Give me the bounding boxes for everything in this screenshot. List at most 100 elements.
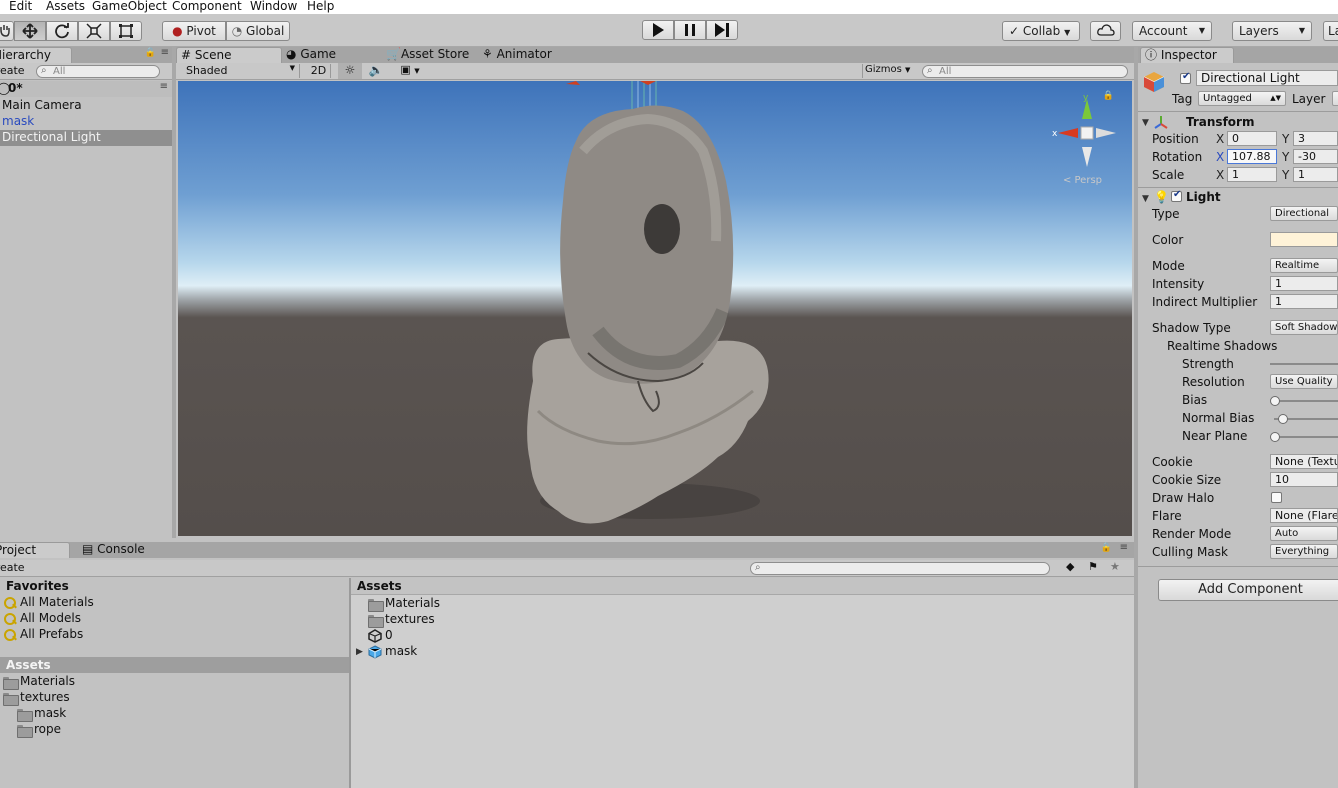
position-y-field[interactable]: 3 bbox=[1293, 131, 1338, 146]
lock-icon[interactable]: 🔒 bbox=[1101, 543, 1112, 553]
favorite-all-prefabs[interactable]: All Prefabs bbox=[20, 627, 83, 641]
shadow-type-dropdown[interactable]: Soft Shadow bbox=[1270, 320, 1338, 335]
cookie-size-field[interactable]: 10 bbox=[1270, 472, 1338, 487]
add-component-button[interactable]: Add Component bbox=[1158, 579, 1338, 601]
tab-inspector[interactable]: ⓘ Inspector bbox=[1140, 47, 1234, 63]
menu-gameobject[interactable]: GameObject bbox=[92, 0, 167, 13]
menu-edit[interactable]: Edit bbox=[9, 0, 32, 13]
scene-effects-dropdown[interactable]: ▣ ▼ bbox=[392, 63, 428, 79]
tag-icon[interactable]: ⚑ bbox=[1088, 560, 1098, 573]
scene-lighting-toggle[interactable]: ☼ bbox=[338, 63, 362, 79]
breadcrumb-assets[interactable]: Assets bbox=[357, 579, 402, 593]
assets-tree-selected[interactable] bbox=[0, 657, 349, 673]
shading-mode-dropdown[interactable]: Shaded ▼ bbox=[180, 64, 300, 78]
near-plane-slider-knob[interactable] bbox=[1270, 432, 1280, 442]
tab-hierarchy[interactable]: Hierarchy bbox=[0, 47, 72, 63]
panel-menu-icon[interactable]: ≡ bbox=[161, 47, 169, 58]
cookie-field[interactable]: None (Textu bbox=[1270, 454, 1338, 469]
filter-type-icon[interactable]: ◆ bbox=[1066, 560, 1074, 573]
scene-menu-icon[interactable]: ≡ bbox=[160, 81, 168, 92]
favorite-all-models[interactable]: All Models bbox=[20, 611, 81, 625]
play-button[interactable] bbox=[642, 20, 674, 40]
render-mode-dropdown[interactable]: Auto bbox=[1270, 526, 1338, 541]
pivot-toggle-button[interactable]: ● Pivot bbox=[162, 21, 226, 41]
step-button[interactable] bbox=[706, 20, 738, 40]
type-dropdown[interactable]: Directional bbox=[1270, 206, 1338, 221]
indirect-multiplier-field[interactable]: 1 bbox=[1270, 294, 1338, 309]
content-item-mask[interactable]: mask bbox=[385, 644, 417, 658]
tab-scene[interactable]: # Scene bbox=[176, 47, 282, 63]
menu-window[interactable]: Window bbox=[250, 0, 297, 13]
layer-dropdown[interactable] bbox=[1332, 91, 1338, 106]
tab-console[interactable]: ▤ Console bbox=[78, 542, 158, 558]
menu-component[interactable]: Component bbox=[172, 0, 242, 13]
expand-arrow-icon[interactable]: ▶ bbox=[356, 647, 363, 657]
object-name-field[interactable]: Directional Light bbox=[1196, 70, 1338, 86]
scene-viewport[interactable]: y x 🔒 < Persp bbox=[178, 81, 1132, 536]
scene-audio-toggle[interactable]: 🔈 bbox=[364, 63, 388, 79]
hierarchy-search-input[interactable]: All bbox=[36, 65, 160, 78]
collab-dropdown[interactable]: ✓ Collab ▼ bbox=[1002, 21, 1080, 41]
rotate-tool-button[interactable] bbox=[46, 21, 78, 41]
content-item-scene-0[interactable]: 0 bbox=[385, 628, 393, 642]
layout-dropdown[interactable]: La bbox=[1323, 21, 1338, 41]
tree-folder-textures[interactable]: textures bbox=[20, 690, 70, 704]
tab-animator[interactable]: ⚘ Animator bbox=[478, 47, 574, 63]
pause-button[interactable] bbox=[674, 20, 706, 40]
menu-assets[interactable]: Assets bbox=[46, 0, 85, 13]
color-swatch[interactable] bbox=[1270, 232, 1338, 247]
move-tool-button[interactable] bbox=[14, 21, 46, 41]
bias-slider-knob[interactable] bbox=[1270, 396, 1280, 406]
2d-toggle-button[interactable]: 2D bbox=[307, 64, 331, 78]
rotation-x-field[interactable]: 107.88 bbox=[1227, 149, 1277, 164]
tree-folder-materials[interactable]: Materials bbox=[20, 674, 75, 688]
scale-y-field[interactable]: 1 bbox=[1293, 167, 1338, 182]
cloud-button[interactable] bbox=[1090, 21, 1121, 41]
global-toggle-button[interactable]: ◔ Global bbox=[226, 21, 290, 41]
tag-dropdown[interactable]: Untagged ▲▼ bbox=[1198, 91, 1286, 106]
project-search-input[interactable] bbox=[750, 562, 1050, 575]
content-item-textures[interactable]: textures bbox=[385, 612, 435, 626]
panel-menu-icon[interactable]: ≡ bbox=[1120, 542, 1128, 553]
menu-help[interactable]: Help bbox=[307, 0, 334, 13]
tab-project[interactable]: Project bbox=[0, 542, 70, 558]
active-checkbox[interactable] bbox=[1180, 71, 1191, 84]
mode-dropdown[interactable]: Realtime bbox=[1270, 258, 1338, 273]
layers-dropdown[interactable]: Layers ▼ bbox=[1232, 21, 1312, 41]
tab-asset-store[interactable]: 🛒Asset Store bbox=[382, 47, 478, 63]
create-dropdown[interactable]: Create ▾ bbox=[0, 64, 28, 77]
lock-icon[interactable]: 🔒 bbox=[1103, 91, 1114, 101]
foldout-arrow-icon[interactable]: ▼ bbox=[1142, 194, 1149, 204]
bias-slider-track[interactable] bbox=[1274, 400, 1338, 402]
gizmos-dropdown[interactable]: Gizmos ▼ bbox=[862, 64, 916, 78]
tree-folder-mask[interactable]: mask bbox=[34, 706, 66, 720]
strength-slider[interactable] bbox=[1270, 363, 1338, 365]
culling-mask-dropdown[interactable]: Everything bbox=[1270, 544, 1338, 559]
scale-tool-button[interactable] bbox=[78, 21, 110, 41]
create-dropdown[interactable]: Create ▾ bbox=[0, 561, 28, 574]
scene-search-input[interactable]: All bbox=[922, 65, 1128, 78]
hierarchy-item-main-camera[interactable]: Main Camera bbox=[2, 98, 82, 112]
star-icon[interactable]: ★ bbox=[1110, 560, 1120, 573]
resolution-dropdown[interactable]: Use Quality bbox=[1270, 374, 1338, 389]
tab-game[interactable]: ◕ Game bbox=[282, 47, 378, 63]
scale-x-field[interactable]: 1 bbox=[1227, 167, 1277, 182]
persp-label[interactable]: < Persp bbox=[1063, 175, 1102, 186]
flare-field[interactable]: None (Flare bbox=[1270, 508, 1338, 523]
content-item-materials[interactable]: Materials bbox=[385, 596, 440, 610]
scene-header-row[interactable]: ◯ 0* ≡ bbox=[0, 81, 172, 97]
rect-tool-button[interactable] bbox=[110, 21, 142, 41]
draw-halo-checkbox[interactable] bbox=[1271, 492, 1282, 503]
tree-folder-rope[interactable]: rope bbox=[34, 722, 61, 736]
normal-bias-slider-knob[interactable] bbox=[1278, 414, 1288, 424]
foldout-arrow-icon[interactable]: ▼ bbox=[1142, 118, 1149, 128]
rotation-y-field[interactable]: -30 bbox=[1293, 149, 1338, 164]
account-dropdown[interactable]: Account ▼ bbox=[1132, 21, 1212, 41]
position-x-field[interactable]: 0 bbox=[1227, 131, 1277, 146]
near-plane-slider-track[interactable] bbox=[1274, 436, 1338, 438]
hierarchy-item-mask[interactable]: mask bbox=[2, 114, 34, 128]
intensity-field[interactable]: 1 bbox=[1270, 276, 1338, 291]
lock-icon[interactable]: 🔒 bbox=[145, 48, 156, 58]
hand-tool-button[interactable] bbox=[0, 21, 14, 41]
light-enabled-checkbox[interactable] bbox=[1171, 189, 1182, 202]
